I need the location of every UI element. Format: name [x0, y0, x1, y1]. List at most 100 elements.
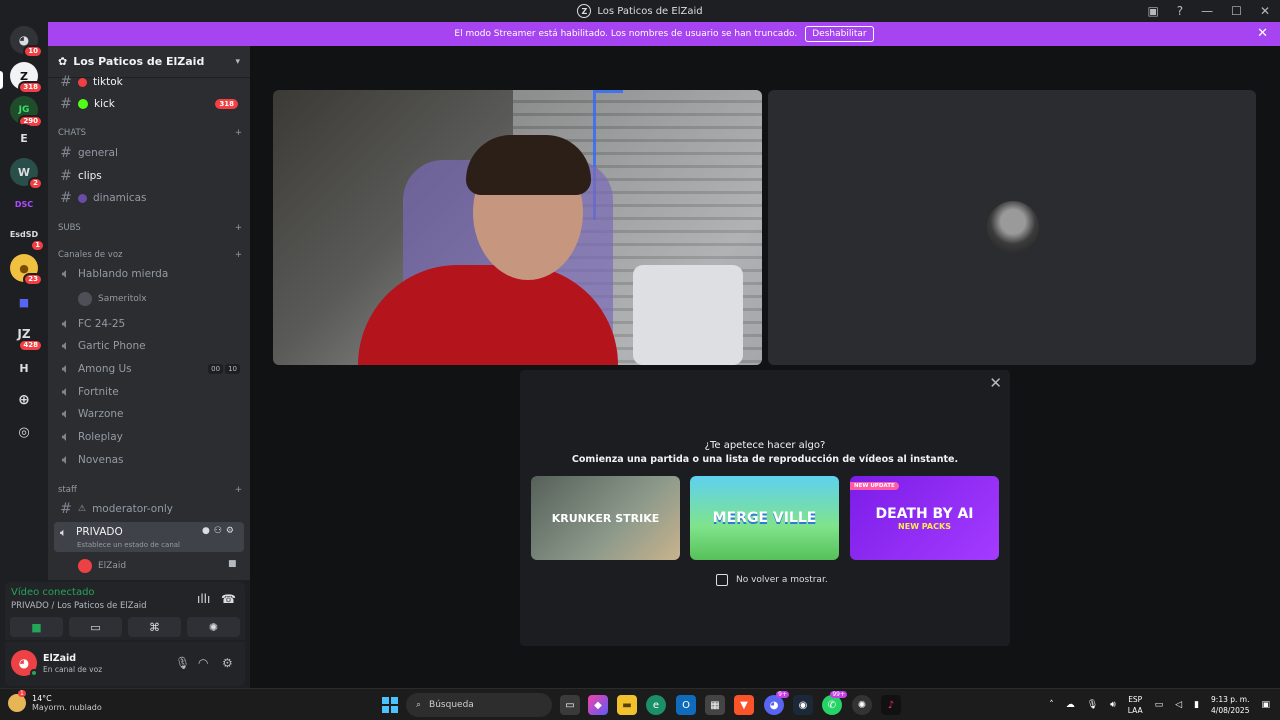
disconnect-icon[interactable]: ☎ — [221, 592, 236, 606]
username[interactable]: ElZaid — [43, 653, 76, 664]
checkbox[interactable] — [716, 574, 728, 586]
voice-channel-item[interactable]: 🔈︎ Warzone — [54, 404, 244, 424]
close-icon[interactable]: ✕ — [989, 374, 1002, 392]
microphone-icon[interactable]: 🎙︎ — [1087, 700, 1098, 710]
brave-icon[interactable]: ▼ — [734, 695, 754, 715]
minimize-icon[interactable]: — — [1201, 4, 1213, 18]
language-indicator[interactable]: ESP LAA — [1128, 694, 1143, 716]
activity-card[interactable]: MERGE VILLE — [690, 476, 839, 560]
video-tile-avatar[interactable] — [768, 90, 1256, 365]
server-icon[interactable]: E — [10, 124, 38, 152]
channel-item[interactable]: # dinamicas — [54, 188, 244, 208]
category-voice[interactable]: Canales de voz + — [58, 250, 242, 260]
folder-button[interactable]: ■ — [10, 288, 38, 316]
channel-status-hint[interactable]: Establece un estado de canal — [77, 541, 180, 549]
hash-icon: # — [60, 501, 72, 517]
discover-button[interactable]: ◎ — [10, 418, 38, 446]
camera-pillow — [633, 265, 743, 365]
weather-widget[interactable]: 1 14°C Mayorm. nublado — [8, 690, 102, 712]
voice-user[interactable]: Sameritolx — [78, 292, 147, 306]
server-icon[interactable]: JG 290 — [10, 96, 43, 128]
activity-button[interactable]: ⌘ — [128, 617, 181, 637]
voice-location[interactable]: PRIVADO / Los Paticos de ElZaid — [11, 601, 147, 611]
activity-subtitle: Comienza una partida o una lista de repr… — [571, 454, 959, 465]
activity-card[interactable]: KRUNKER STRIKE — [531, 476, 680, 560]
voice-channel-item[interactable]: 🔈︎ Hablando mierda — [54, 264, 244, 284]
soundboard-button[interactable]: ✺ — [187, 617, 240, 637]
tiktok-icon[interactable]: ♪ — [881, 695, 901, 715]
category-staff[interactable]: staff + — [58, 485, 242, 495]
activity-card-title: MERGE VILLE — [712, 510, 817, 526]
category-subs[interactable]: SUBS + — [58, 223, 242, 233]
video-tile-camera[interactable] — [273, 90, 762, 365]
camera-button[interactable]: ■ — [10, 617, 63, 637]
maximize-icon[interactable]: ☐ — [1231, 4, 1242, 18]
keyboard-layout: LAA — [1127, 706, 1143, 715]
inbox-icon[interactable]: ▣ — [1147, 4, 1158, 18]
server-icon[interactable]: DSC — [10, 190, 38, 218]
plus-icon[interactable]: + — [235, 250, 242, 260]
plus-icon[interactable]: + — [235, 485, 242, 495]
whatsapp-icon[interactable]: ✆ 99+ — [822, 691, 847, 715]
close-window-icon[interactable]: ✕ — [1260, 4, 1270, 18]
settings-gear-icon[interactable]: ⚙ — [222, 656, 233, 670]
channel-item[interactable]: # kick 318 — [54, 94, 244, 114]
outlook-icon[interactable]: O — [676, 695, 696, 715]
add-server-button[interactable]: ⊕ — [10, 386, 38, 414]
voice-status[interactable]: Vídeo conectado — [11, 587, 95, 598]
chatgpt-icon[interactable]: ✺ — [852, 695, 872, 715]
home-button[interactable]: ◕ 10 — [10, 26, 43, 58]
microphone-icon[interactable]: 🎙︎ — [175, 656, 190, 670]
steam-icon[interactable]: ◉ — [793, 695, 813, 715]
voice-channel-item[interactable]: 🔈︎ FC 24-25 — [54, 314, 244, 334]
channel-item[interactable]: # ⚠ moderator-only — [54, 499, 244, 519]
help-icon[interactable]: ? — [1177, 4, 1183, 18]
discord-taskbar-icon[interactable]: ◕ 9+ — [764, 691, 789, 715]
dont-show-again[interactable]: No volver a mostrar. — [716, 574, 828, 586]
server-icon[interactable]: JZ 428 — [10, 320, 43, 352]
soundboard-icon[interactable]: ıllı — [197, 592, 210, 606]
channel-item[interactable]: # tiktok — [54, 72, 244, 92]
voice-channel-item[interactable]: 🔈︎ Gartic Phone — [54, 336, 244, 356]
voice-channel-item[interactable]: 🔈︎ Fortnite — [54, 382, 244, 402]
volume-icon[interactable]: 🔊︎ — [1110, 700, 1116, 710]
clock[interactable]: 9:13 p. m. 4/08/2025 — [1211, 694, 1249, 716]
disable-streamer-button[interactable]: Deshabilitar — [805, 26, 874, 42]
speaker-icon[interactable]: ◁ — [1175, 700, 1182, 710]
notifications-icon[interactable]: ▣ — [1261, 700, 1270, 710]
server-icon[interactable]: ● 23 — [10, 254, 43, 286]
copilot-icon[interactable]: ◆ — [588, 695, 608, 715]
activity-card[interactable]: NEW UPDATE DEATH BY AI NEW PACKS — [850, 476, 999, 560]
voice-channel-item[interactable]: 🔈︎ Novenas — [54, 450, 244, 470]
voice-user[interactable]: ElZaid ■ — [78, 559, 237, 573]
folder-icon: ■ — [18, 295, 30, 309]
voice-channel-private[interactable]: 🔈︎ PRIVADO Establece un estado de canal … — [54, 522, 244, 552]
voice-channel-item[interactable]: 🔈︎ Among Us 00 10 — [54, 359, 244, 379]
voice-stage: ✕ ¿Te apetece hacer algo? Comienza una p… — [250, 46, 1280, 688]
category-chats[interactable]: CHATS + — [58, 128, 242, 138]
server-icon[interactable]: H — [10, 354, 38, 382]
windows-start-icon[interactable] — [382, 697, 398, 713]
plus-icon[interactable]: + — [235, 128, 242, 138]
taskbar-search[interactable]: ⌕ Búsqueda — [406, 693, 552, 717]
headphones-icon[interactable]: ◠ — [198, 656, 208, 670]
store-icon[interactable]: ▦ — [705, 695, 725, 715]
channel-item[interactable]: # clips — [54, 166, 244, 186]
task-view-icon[interactable]: ▭ — [560, 695, 580, 715]
network-icon[interactable]: ▭ — [1155, 700, 1164, 710]
chevron-up-icon[interactable]: ˄ — [1049, 700, 1054, 710]
file-explorer-icon[interactable]: ▬ — [617, 695, 637, 715]
screen-share-button[interactable]: ▭ — [69, 617, 122, 637]
discord-icon: ◕ — [18, 656, 30, 670]
close-icon[interactable]: ✕ — [1257, 26, 1268, 41]
edge-icon[interactable]: e — [646, 695, 666, 715]
server-icon[interactable]: W 2 — [10, 158, 43, 190]
channel-actions[interactable]: ●⚇⚙ — [202, 526, 238, 536]
channel-item[interactable]: # general — [54, 143, 244, 163]
server-icon[interactable]: EsdSD 1 — [8, 220, 45, 252]
onedrive-icon[interactable]: ☁ — [1066, 700, 1075, 710]
voice-channel-item[interactable]: 🔈︎ Roleplay — [54, 427, 244, 447]
server-icon[interactable]: Z 318 — [10, 62, 43, 94]
plus-icon[interactable]: + — [235, 223, 242, 233]
battery-icon[interactable]: ▮ — [1194, 700, 1199, 710]
